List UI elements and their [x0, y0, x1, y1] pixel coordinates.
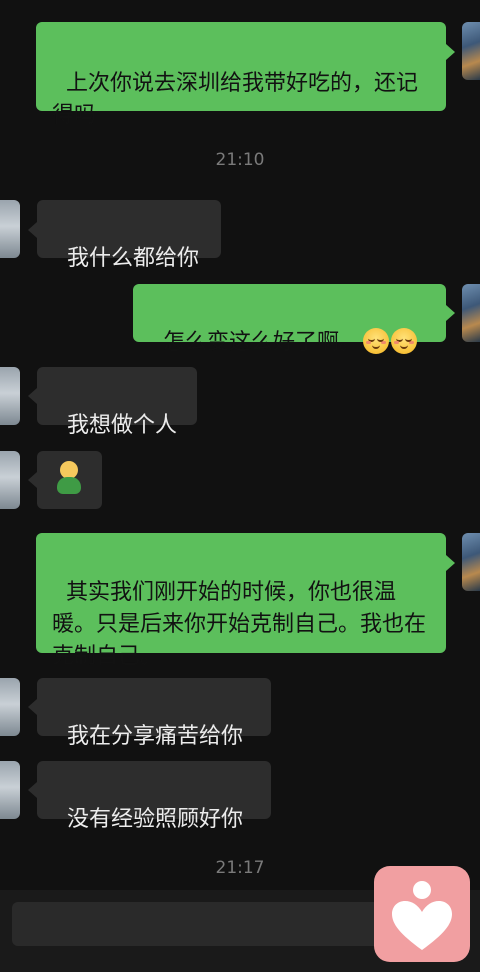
- message-text: 我想做个人: [67, 413, 178, 438]
- message-bubble-me[interactable]: 上次你说去深圳给我带好吃的，还记得吗: [36, 22, 446, 128]
- avatar-me[interactable]: [462, 22, 480, 80]
- smiling-face-emoji: [363, 328, 390, 354]
- avatar-them[interactable]: [0, 451, 20, 509]
- tail-me: [446, 555, 455, 571]
- tail-them: [28, 222, 37, 238]
- message-bubble-them[interactable]: 我想做个人: [37, 367, 197, 438]
- message-text: 怎么变这么好了啊。: [163, 330, 362, 355]
- timestamp: 21:10: [215, 150, 265, 170]
- avatar-them[interactable]: [0, 678, 20, 736]
- message-text: 没有经验照顾好你: [67, 807, 244, 832]
- avatar-them[interactable]: [0, 761, 20, 819]
- message-bubble-me[interactable]: 怎么变这么好了啊。: [133, 284, 446, 355]
- tail-them: [28, 782, 37, 798]
- heart-person-logo: [374, 866, 470, 962]
- sticker-bubble[interactable]: [37, 451, 102, 509]
- message-text: 其实我们刚开始的时候，你也很温暖。只是后来你开始克制自己。我也在克制自己。: [52, 580, 427, 669]
- tail-them: [28, 472, 37, 488]
- message-input[interactable]: [12, 902, 412, 946]
- message-text: 上次你说去深圳给我带好吃的，还记得吗: [52, 71, 419, 128]
- message-text: 我在分享痛苦给你: [67, 724, 244, 749]
- message-text: 我什么都给你: [67, 246, 200, 271]
- avatar-them[interactable]: [0, 367, 20, 425]
- tail-them: [28, 388, 37, 404]
- message-bubble-them[interactable]: 没有经验照顾好你: [37, 761, 271, 832]
- tail-them: [28, 699, 37, 715]
- avatar-them[interactable]: [0, 200, 20, 258]
- tail-me: [446, 305, 455, 321]
- person-sticker: [53, 461, 85, 499]
- message-bubble-them[interactable]: 我在分享痛苦给你: [37, 678, 271, 749]
- smiling-face-emoji: [391, 328, 418, 354]
- avatar-me[interactable]: [462, 284, 480, 342]
- message-bubble-me[interactable]: 其实我们刚开始的时候，你也很温暖。只是后来你开始克制自己。我也在克制自己。: [36, 533, 446, 669]
- message-bubble-them[interactable]: 我什么都给你: [37, 200, 221, 271]
- tail-me: [446, 44, 455, 60]
- avatar-me[interactable]: [462, 533, 480, 591]
